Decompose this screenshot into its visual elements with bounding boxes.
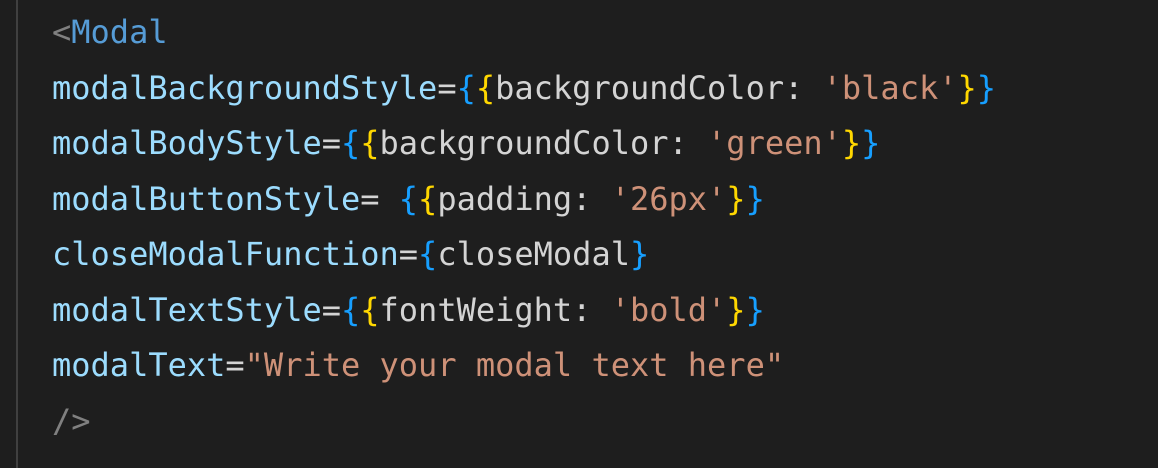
outer-brace-open: { xyxy=(340,124,361,162)
outer-brace-open: { xyxy=(340,290,361,329)
code-line-7[interactable]: modalText="Write your modal text here" xyxy=(52,338,1142,394)
object-key: padding xyxy=(437,179,573,218)
self-closing-tag: /> xyxy=(52,401,91,440)
attribute-name: modalTextStyle xyxy=(52,290,322,329)
tag-open-bracket: < xyxy=(52,13,72,51)
inner-brace-close: } xyxy=(841,124,862,162)
code-line-2[interactable]: modalBackgroundStyle={{backgroundColor: … xyxy=(52,61,1142,117)
attribute-name: modalBodyStyle xyxy=(52,124,322,162)
inner-brace-close: } xyxy=(726,179,746,218)
tag-name: Modal xyxy=(71,13,168,51)
equals-sign: = xyxy=(360,179,399,218)
colon: : xyxy=(572,179,611,218)
object-key: backgroundColor xyxy=(379,124,669,162)
equals-sign: = xyxy=(437,68,457,107)
attribute-name: closeModalFunction xyxy=(52,235,399,273)
attribute-name: modalBackgroundStyle xyxy=(52,68,438,107)
outer-brace-close: } xyxy=(629,235,650,273)
colon: : xyxy=(572,290,611,329)
string-literal: "Write your modal text here" xyxy=(244,346,785,384)
code-line-6[interactable]: modalTextStyle={{fontWeight: 'bold'}} xyxy=(52,283,1142,339)
expression-identifier: closeModal xyxy=(437,235,630,273)
indent-guide xyxy=(16,0,18,468)
string-value: '26px' xyxy=(610,179,727,218)
string-value: 'bold' xyxy=(610,290,727,329)
code-line-1[interactable]: <Modal xyxy=(52,5,1142,61)
outer-brace-close: } xyxy=(861,124,881,162)
outer-brace-open: { xyxy=(398,179,419,218)
colon: : xyxy=(784,68,823,107)
equals-sign: = xyxy=(321,290,341,329)
outer-brace-close: } xyxy=(745,179,765,218)
inner-brace-open: { xyxy=(475,68,496,107)
inner-brace-close: } xyxy=(726,290,746,329)
code-line-8[interactable]: /> xyxy=(52,394,1142,450)
string-value: 'black' xyxy=(822,68,958,107)
colon: : xyxy=(668,124,708,162)
code-line-3[interactable]: modalBodyStyle={{backgroundColor: 'green… xyxy=(52,116,1142,172)
inner-brace-open: { xyxy=(360,124,380,162)
attribute-name: modalButtonStyle xyxy=(52,179,361,218)
outer-brace-close: } xyxy=(745,290,765,329)
string-value: 'green' xyxy=(707,124,842,162)
outer-brace-open: { xyxy=(456,68,476,107)
inner-brace-open: { xyxy=(360,290,380,329)
equals-sign: = xyxy=(225,346,245,384)
inner-brace-close: } xyxy=(957,68,977,107)
inner-brace-open: { xyxy=(418,179,438,218)
outer-brace-open: { xyxy=(418,235,438,273)
object-key: fontWeight xyxy=(379,290,573,329)
code-editor[interactable]: <Modal modalBackgroundStyle={{background… xyxy=(0,0,1158,468)
code-block[interactable]: <Modal modalBackgroundStyle={{background… xyxy=(52,5,1142,449)
object-key: backgroundColor xyxy=(495,68,785,107)
outer-brace-close: } xyxy=(976,68,997,107)
attribute-name: modalText xyxy=(52,346,226,384)
equals-sign: = xyxy=(321,124,341,162)
code-line-5[interactable]: closeModalFunction={closeModal} xyxy=(52,227,1142,283)
code-line-4[interactable]: modalButtonStyle= {{padding: '26px'}} xyxy=(52,172,1142,228)
equals-sign: = xyxy=(398,235,419,273)
